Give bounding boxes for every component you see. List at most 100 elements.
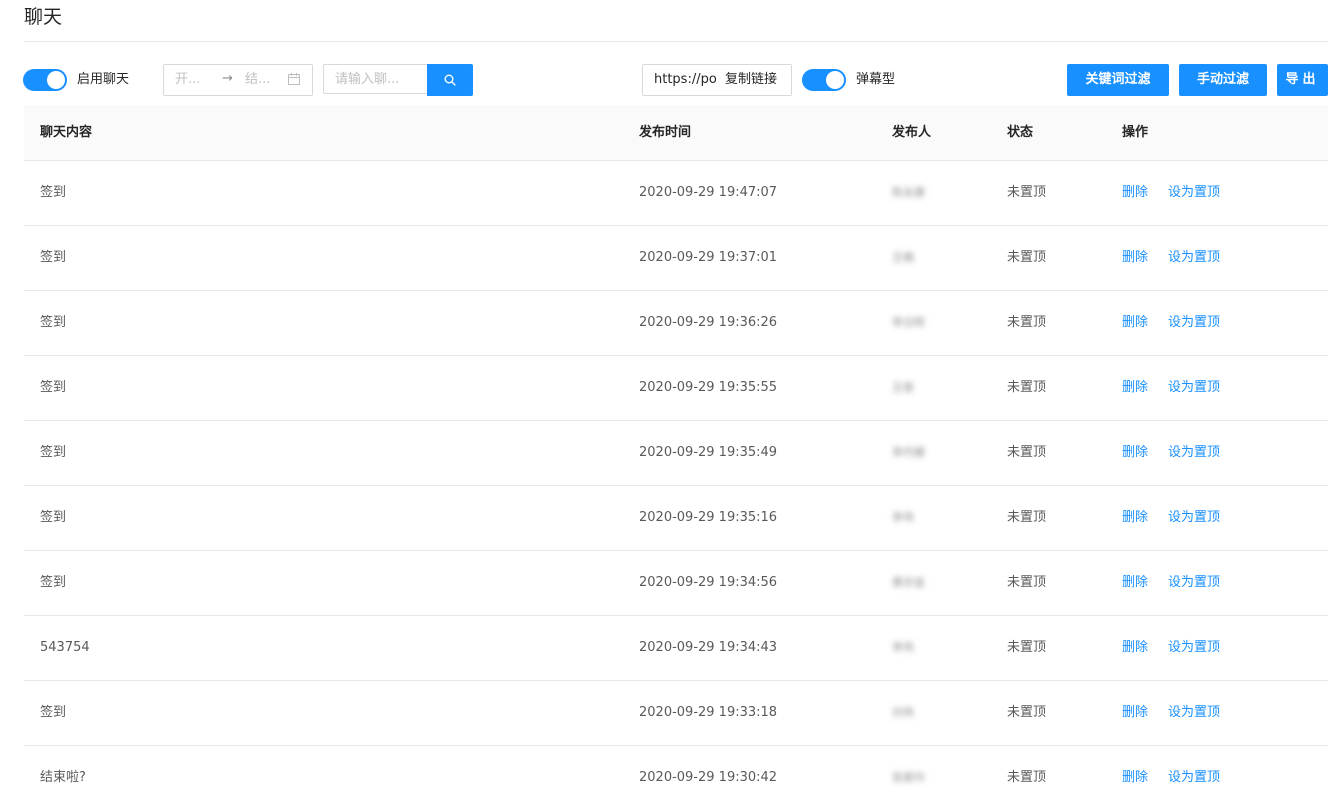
column-header-status: 状态 bbox=[1007, 125, 1034, 140]
pin-link[interactable]: 设为置顶 bbox=[1168, 356, 1220, 420]
sender-cell: 王楠 bbox=[892, 251, 914, 264]
pin-link[interactable]: 设为置顶 bbox=[1168, 681, 1220, 745]
sender-cell: 张家玲 bbox=[892, 771, 925, 784]
search-button[interactable] bbox=[427, 64, 473, 96]
chat-content-cell: 签到 bbox=[40, 575, 67, 590]
chat-search-input[interactable]: 请输入聊... bbox=[323, 64, 427, 94]
page-title: 聊天 bbox=[24, 6, 63, 28]
column-header-content: 聊天内容 bbox=[40, 125, 93, 140]
column-header-time: 发布时间 bbox=[639, 125, 692, 140]
pin-link[interactable]: 设为置顶 bbox=[1168, 421, 1220, 485]
chat-content-cell: 543754 bbox=[40, 640, 90, 655]
danmaku-label: 弹幕型 bbox=[856, 72, 896, 87]
delete-link[interactable]: 删除 bbox=[1122, 616, 1148, 680]
chat-content-cell: 结束啦? bbox=[40, 770, 86, 785]
publish-time-cell: 2020-09-29 19:37:01 bbox=[639, 250, 778, 265]
table-row: 签到 2020-09-29 19:33:18 刘伟 未置顶 删除 设为置顶 bbox=[24, 681, 1328, 746]
sender-cell: 李丹娜 bbox=[892, 446, 925, 459]
toolbar: 启用聊天 开... → 结... 请输入聊... https://po 复制链接 bbox=[0, 64, 1328, 96]
sender-cell: 李伟 bbox=[892, 511, 914, 524]
table-row: 签到 2020-09-29 19:47:07 陈永康 未置顶 删除 设为置顶 bbox=[24, 161, 1328, 226]
sender-cell: 黄宗金 bbox=[892, 576, 925, 589]
publish-time-cell: 2020-09-29 19:34:43 bbox=[639, 640, 778, 655]
chat-content-cell: 签到 bbox=[40, 315, 67, 330]
status-cell: 未置顶 bbox=[1007, 770, 1047, 785]
table-row: 签到 2020-09-29 19:34:56 黄宗金 未置顶 删除 设为置顶 bbox=[24, 551, 1328, 616]
status-cell: 未置顶 bbox=[1007, 185, 1047, 200]
delete-link[interactable]: 删除 bbox=[1122, 746, 1148, 792]
chat-content-cell: 签到 bbox=[40, 380, 67, 395]
table-header: 聊天内容 发布时间 发布人 状态 操作 bbox=[24, 105, 1328, 161]
calendar-icon bbox=[288, 73, 300, 85]
delete-link[interactable]: 删除 bbox=[1122, 681, 1148, 745]
sender-cell: 李伟 bbox=[892, 641, 914, 654]
table-row: 签到 2020-09-29 19:36:26 李日晖 未置顶 删除 设为置顶 bbox=[24, 291, 1328, 356]
chat-content-cell: 签到 bbox=[40, 445, 67, 460]
chat-management-page: 聊天 启用聊天 开... → 结... 请输入聊... https://po 复… bbox=[0, 0, 1328, 792]
switch-knob bbox=[826, 71, 844, 89]
sender-cell: 刘伟 bbox=[892, 706, 914, 719]
status-cell: 未置顶 bbox=[1007, 315, 1047, 330]
publish-time-cell: 2020-09-29 19:30:42 bbox=[639, 770, 778, 785]
status-cell: 未置顶 bbox=[1007, 510, 1047, 525]
start-date-input[interactable]: 开... bbox=[175, 72, 200, 88]
table-row: 签到 2020-09-29 19:37:01 王楠 未置顶 删除 设为置顶 bbox=[24, 226, 1328, 291]
delete-link[interactable]: 删除 bbox=[1122, 356, 1148, 420]
delete-link[interactable]: 删除 bbox=[1122, 161, 1148, 225]
publish-time-cell: 2020-09-29 19:33:18 bbox=[639, 705, 778, 720]
chat-content-cell: 签到 bbox=[40, 185, 67, 200]
status-cell: 未置顶 bbox=[1007, 250, 1047, 265]
pin-link[interactable]: 设为置顶 bbox=[1168, 746, 1220, 792]
sender-cell: 李日晖 bbox=[892, 316, 925, 329]
publish-time-cell: 2020-09-29 19:35:49 bbox=[639, 445, 778, 460]
keyword-filter-button[interactable]: 关键词过滤 bbox=[1067, 64, 1169, 96]
sender-cell: 王俊 bbox=[892, 381, 914, 394]
pin-link[interactable]: 设为置顶 bbox=[1168, 291, 1220, 355]
column-header-sender: 发布人 bbox=[892, 125, 932, 140]
status-cell: 未置顶 bbox=[1007, 445, 1047, 460]
switch-knob bbox=[47, 71, 65, 89]
publish-time-cell: 2020-09-29 19:34:56 bbox=[639, 575, 778, 590]
delete-link[interactable]: 删除 bbox=[1122, 551, 1148, 615]
danmaku-switch[interactable] bbox=[802, 69, 846, 91]
chat-content-cell: 签到 bbox=[40, 705, 67, 720]
table-row: 签到 2020-09-29 19:35:55 王俊 未置顶 删除 设为置顶 bbox=[24, 356, 1328, 421]
delete-link[interactable]: 删除 bbox=[1122, 421, 1148, 485]
title-divider bbox=[24, 41, 1328, 42]
enable-chat-switch[interactable] bbox=[23, 69, 67, 91]
table-body: 签到 2020-09-29 19:47:07 陈永康 未置顶 删除 设为置顶 签到 2020-… bbox=[24, 161, 1328, 792]
pin-link[interactable]: 设为置顶 bbox=[1168, 161, 1220, 225]
publish-time-cell: 2020-09-29 19:35:55 bbox=[639, 380, 778, 395]
delete-link[interactable]: 删除 bbox=[1122, 291, 1148, 355]
pin-link[interactable]: 设为置顶 bbox=[1168, 616, 1220, 680]
publish-time-cell: 2020-09-29 19:35:16 bbox=[639, 510, 778, 525]
date-range-picker[interactable]: 开... → 结... bbox=[163, 64, 313, 96]
pin-link[interactable]: 设为置顶 bbox=[1168, 486, 1220, 550]
status-cell: 未置顶 bbox=[1007, 575, 1047, 590]
pin-link[interactable]: 设为置顶 bbox=[1168, 551, 1220, 615]
chat-content-cell: 签到 bbox=[40, 250, 67, 265]
range-arrow-icon: → bbox=[222, 71, 233, 86]
table-row: 543754 2020-09-29 19:34:43 李伟 未置顶 删除 设为置顶 bbox=[24, 616, 1328, 681]
end-date-input[interactable]: 结... bbox=[245, 72, 270, 88]
export-button[interactable]: 导出 bbox=[1277, 64, 1328, 96]
table-row: 签到 2020-09-29 19:35:16 李伟 未置顶 删除 设为置顶 bbox=[24, 486, 1328, 551]
delete-link[interactable]: 删除 bbox=[1122, 486, 1148, 550]
copy-link-button[interactable]: 复制链接 bbox=[725, 65, 777, 95]
live-link-box: https://po 复制链接 bbox=[642, 64, 792, 96]
delete-link[interactable]: 删除 bbox=[1122, 226, 1148, 290]
live-link-url[interactable]: https://po bbox=[654, 65, 717, 95]
manual-filter-button[interactable]: 手动过滤 bbox=[1179, 64, 1267, 96]
search-icon bbox=[444, 74, 456, 86]
chat-content-cell: 签到 bbox=[40, 510, 67, 525]
table-row: 结束啦? 2020-09-29 19:30:42 张家玲 未置顶 删除 设为置顶 bbox=[24, 746, 1328, 792]
sender-cell: 陈永康 bbox=[892, 186, 925, 199]
enable-chat-label: 启用聊天 bbox=[77, 72, 130, 87]
column-header-actions: 操作 bbox=[1122, 125, 1149, 140]
status-cell: 未置顶 bbox=[1007, 380, 1047, 395]
pin-link[interactable]: 设为置顶 bbox=[1168, 226, 1220, 290]
publish-time-cell: 2020-09-29 19:47:07 bbox=[639, 185, 778, 200]
publish-time-cell: 2020-09-29 19:36:26 bbox=[639, 315, 778, 330]
status-cell: 未置顶 bbox=[1007, 640, 1047, 655]
table-row: 签到 2020-09-29 19:35:49 李丹娜 未置顶 删除 设为置顶 bbox=[24, 421, 1328, 486]
